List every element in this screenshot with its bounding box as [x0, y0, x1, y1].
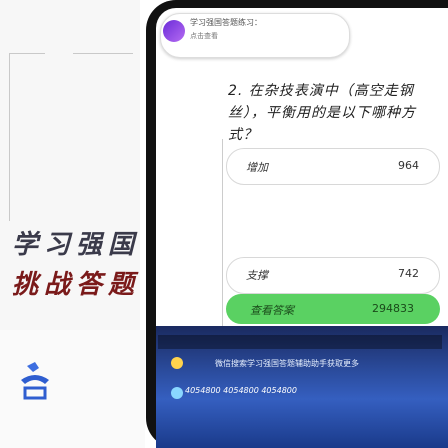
notification-title: 学习强国答题练习： [190, 18, 262, 27]
left-frame-border-top [9, 53, 45, 54]
notification-avatar-icon [163, 20, 185, 42]
promo-numbers: 4054800 4054800 4054800 [185, 386, 297, 395]
option-2-button[interactable] [226, 200, 440, 240]
promo-dock-bar [158, 335, 442, 349]
left-frame-border-top-right [73, 53, 133, 54]
notification-subtitle: 点击查看 [190, 32, 218, 40]
vertical-divider [222, 139, 223, 326]
answer-label: 查看答案 [250, 304, 294, 317]
promo-text: 微信搜索学习强国答题辅助助手获取更多 [215, 359, 359, 368]
promo-globe-icon [171, 387, 183, 399]
option-1-value: 964 [398, 159, 419, 172]
option-3-label: 支撑 [246, 269, 268, 282]
left-title-row2: 挑战答题 [12, 270, 141, 300]
left-title-row1: 学习强国 [12, 230, 141, 260]
question-text: 2. 在杂技表演中（高空走钢丝），平衡用的是以下哪种方式？ [228, 83, 416, 143]
left-frame-border [9, 53, 10, 221]
option-1-label: 增加 [246, 161, 268, 174]
option-3-value: 742 [398, 267, 419, 280]
app-logo-icon [21, 362, 49, 400]
answer-value: 294833 [372, 302, 414, 315]
promo-star-icon [171, 357, 183, 369]
